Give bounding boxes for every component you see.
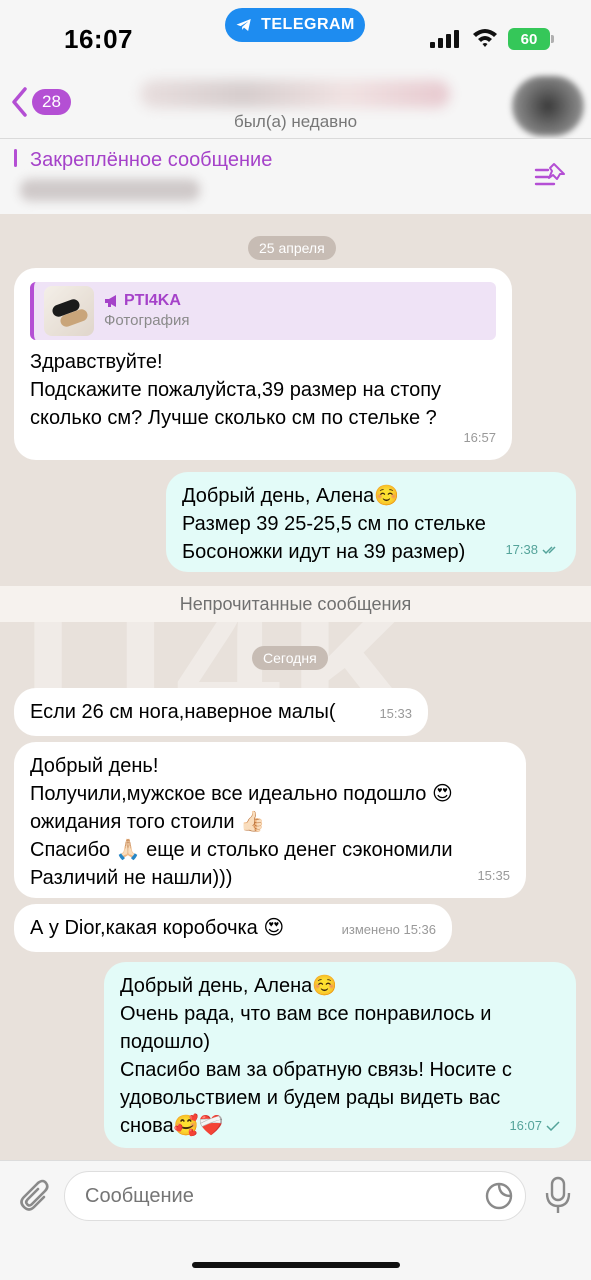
outgoing-message[interactable]: Добрый день, Алена☺️ Размер 39 25-25,5 с… — [166, 472, 576, 572]
contact-avatar[interactable] — [512, 76, 584, 136]
date-separator: Сегодня — [252, 646, 328, 670]
message-line: подошло) — [120, 1031, 211, 1053]
message-line: Подскажите пожалуйста,39 размер на стопу — [30, 379, 442, 401]
telegram-pill[interactable]: TELEGRAM — [225, 8, 365, 42]
message-line: Получили,мужское все идеально подошло 😍 — [30, 783, 453, 805]
cellular-signal-icon — [430, 30, 459, 48]
microphone-icon[interactable] — [542, 1175, 574, 1215]
time-text: 16:57 — [463, 430, 496, 445]
message-line: Если 26 см нога,наверное малы( — [30, 701, 336, 723]
attach-icon[interactable] — [14, 1175, 50, 1215]
telegram-icon — [236, 19, 251, 31]
home-indicator — [192, 1262, 400, 1268]
message-line: Размер 39 25-25,5 см по стельке — [182, 513, 486, 535]
message-line: снова🥰❤️‍🩹 — [120, 1115, 224, 1137]
time-text: 16:07 — [509, 1118, 542, 1133]
telegram-pill-label: TELEGRAM — [261, 16, 355, 33]
battery-level: 60 — [520, 30, 538, 48]
message-line: Здравствуйте! — [30, 351, 163, 373]
message-line: ожидания того стоили 👍🏻 — [30, 811, 265, 833]
quote-author-name: PTI4KA — [124, 292, 181, 309]
message-line: Добрый день! — [30, 755, 159, 777]
unread-separator: Непрочитанные сообщения — [0, 586, 591, 622]
reply-quote[interactable]: PTI4KA Фотография — [30, 282, 496, 340]
message-time: 15:33 — [379, 700, 412, 728]
quote-photo-thumbnail — [44, 286, 94, 336]
double-check-icon — [542, 546, 556, 555]
message-line: сколько см? Лучше сколько см по стельке … — [30, 407, 437, 429]
last-seen-status: был(а) недавно — [233, 112, 358, 131]
time-text: 15:33 — [379, 706, 412, 721]
message-time: 15:35 — [477, 862, 510, 890]
time-text: 17:38 — [505, 542, 538, 557]
wifi-icon — [473, 29, 497, 47]
incoming-message[interactable]: Добрый день! Получили,мужское все идеаль… — [14, 742, 526, 898]
pinned-indicator — [14, 149, 17, 167]
message-line: Добрый день, Алена☺️ — [182, 485, 400, 507]
message-input[interactable] — [64, 1171, 526, 1221]
pinned-list-icon[interactable] — [534, 160, 568, 190]
chat-title-redacted[interactable] — [140, 80, 450, 108]
time-text: 15:35 — [477, 868, 510, 883]
message-line: А у Dior,какая коробочка 😍 — [30, 917, 285, 939]
message-time: 16:57 — [463, 424, 496, 452]
message-time: изменено 15:36 — [342, 916, 436, 944]
message-line: Добрый день, Алена☺️ — [120, 975, 338, 997]
time-text: изменено 15:36 — [341, 922, 436, 937]
battery-indicator: 60 — [508, 28, 550, 50]
pinned-title: Закреплённое сообщение — [30, 149, 273, 171]
battery-tip — [551, 35, 554, 43]
quote-type: Фотография — [104, 312, 190, 329]
message-line: Спасибо 🙏🏻 еще и столько денег сэкономил… — [30, 839, 453, 861]
message-line: Спасибо вам за обратную связь! Носите с — [120, 1059, 512, 1081]
incoming-message[interactable]: PTI4KA Фотография Здравствуйте! Подскажи… — [14, 268, 512, 460]
incoming-message[interactable]: А у Dior,какая коробочка 😍 изменено 15:3… — [14, 904, 452, 952]
quote-author: PTI4KA — [104, 291, 189, 311]
outgoing-message[interactable]: Добрый день, Алена☺️ Очень рада, что вам… — [104, 962, 576, 1148]
date-separator: 25 апреля — [248, 236, 336, 260]
sticker-icon[interactable] — [484, 1181, 514, 1211]
message-line: Очень рада, что вам все понравилось и — [120, 1003, 492, 1025]
single-check-icon — [546, 1121, 560, 1131]
status-time: 16:07 — [64, 24, 133, 54]
message-time: 17:38 — [505, 536, 560, 564]
pinned-message-bar[interactable]: Закреплённое сообщение — [0, 138, 591, 214]
message-line: Различий не нашли))) — [30, 867, 233, 889]
chat-header: 28 был(а) недавно — [0, 72, 591, 138]
status-bar: 16:07 TELEGRAM 60 — [0, 0, 591, 72]
message-list[interactable]: TI4K 25 апреля PTI4KA Фотография Здравст… — [0, 214, 591, 1160]
incoming-message[interactable]: Если 26 см нога,наверное малы( 15:33 — [14, 688, 428, 736]
message-time: 16:07 — [509, 1112, 560, 1140]
message-line: удовольствием и будем рады видеть вас — [120, 1087, 501, 1109]
message-line: Босоножки идут на 39 размер) — [182, 541, 466, 563]
pinned-preview-redacted — [20, 179, 200, 201]
megaphone-icon — [105, 295, 116, 307]
